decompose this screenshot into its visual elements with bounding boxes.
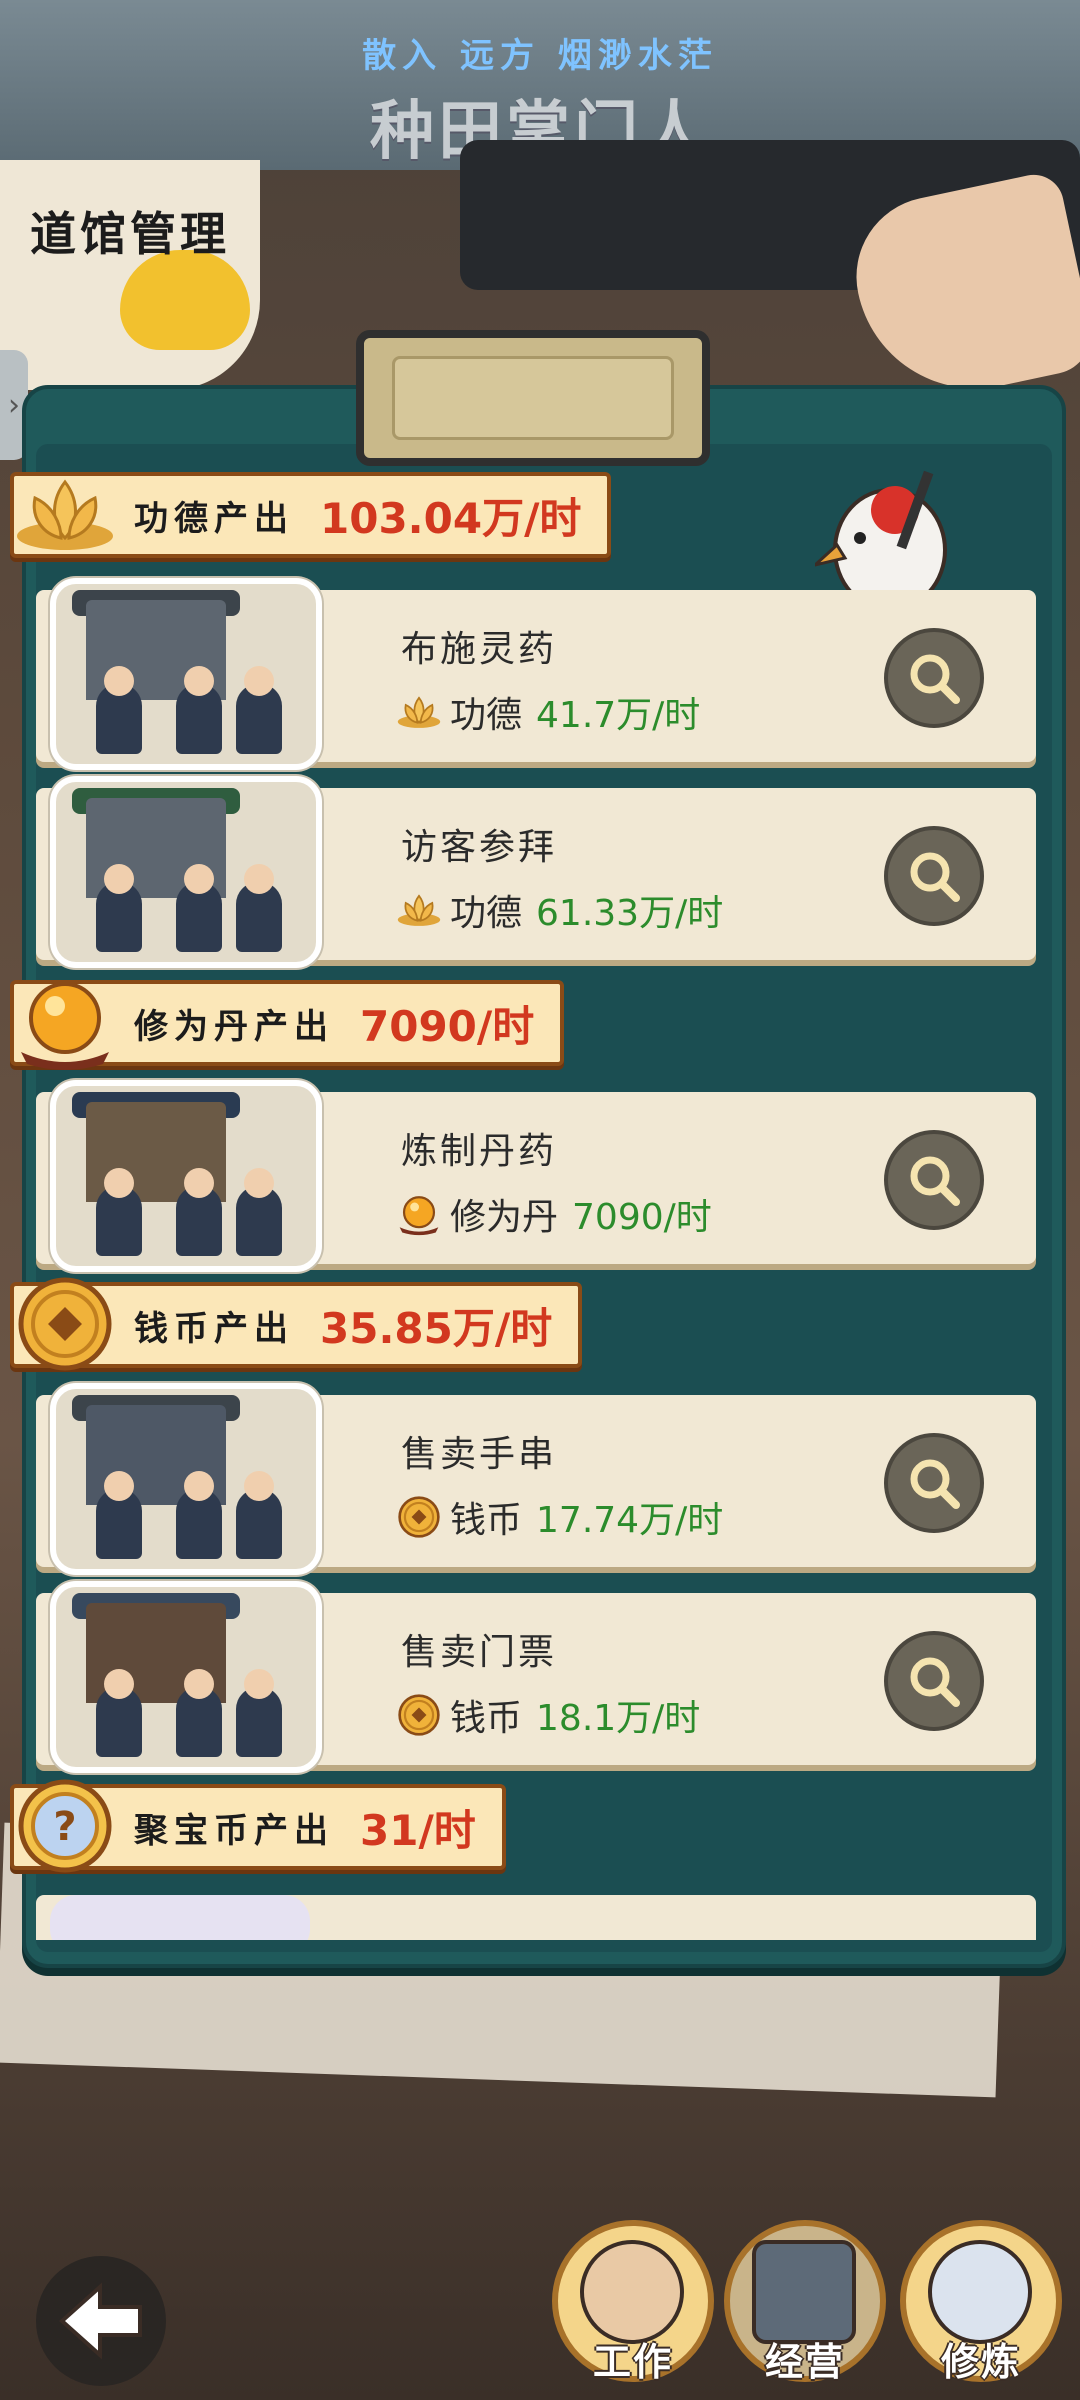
currency-name: 钱币 xyxy=(450,1698,523,1739)
currency-name: 功德 xyxy=(450,893,523,934)
nav-cultivate-button[interactable]: 修炼 xyxy=(900,2220,1062,2384)
search-icon xyxy=(910,1657,960,1707)
section-label: 功德产出 xyxy=(134,498,294,539)
section-label: 钱币产出 xyxy=(134,1308,294,1349)
list-item[interactable]: 售卖手串 钱币 17.74万/时 xyxy=(36,1383,1036,1575)
lotus-icon xyxy=(396,890,442,930)
item-rate: 修为丹 7090/时 xyxy=(396,1188,712,1240)
elixir-pill-icon xyxy=(396,1194,442,1236)
section-total-rate: 103.04万/时 xyxy=(320,493,582,543)
item-title: 访客参拜 xyxy=(401,827,558,868)
back-button[interactable] xyxy=(36,2256,166,2386)
coin-icon xyxy=(396,1496,442,1538)
building-thumbnail xyxy=(50,1080,322,1272)
item-title: 布施灵药 xyxy=(401,629,558,670)
svg-text:?: ? xyxy=(53,1804,76,1850)
item-rate: 功德 61.33万/时 xyxy=(396,884,723,936)
back-arrow-icon xyxy=(59,2282,142,2360)
list-item-partial[interactable] xyxy=(36,1895,1036,1940)
item-title: 炼制丹药 xyxy=(401,1131,558,1172)
rate-value: 18.1万/时 xyxy=(536,1698,701,1739)
list-item[interactable]: 售卖门票 钱币 18.1万/时 xyxy=(36,1581,1036,1773)
item-title: 售卖门票 xyxy=(401,1632,558,1673)
section-total-rate: 7090/时 xyxy=(360,1001,535,1051)
clipboard-clip xyxy=(356,330,710,466)
currency-name: 修为丹 xyxy=(450,1197,559,1238)
currency-name: 钱币 xyxy=(450,1500,523,1541)
section-total-rate: 31/时 xyxy=(360,1805,476,1855)
section-total-rate: 35.85万/时 xyxy=(320,1303,553,1353)
lotus-icon xyxy=(396,692,442,732)
magnify-button[interactable] xyxy=(884,628,984,728)
treasure-coin-icon: ? xyxy=(18,1779,112,1873)
nav-business-button[interactable]: 经营 xyxy=(724,2220,886,2384)
rate-value: 41.7万/时 xyxy=(536,695,701,736)
temple-building-icon xyxy=(752,2240,856,2344)
disciple-avatar-icon xyxy=(580,2240,684,2344)
nav-label: 工作 xyxy=(592,2340,673,2384)
nav-label: 经营 xyxy=(764,2340,845,2384)
item-rate: 钱币 18.1万/时 xyxy=(396,1689,700,1741)
search-icon xyxy=(910,654,960,704)
building-thumbnail xyxy=(50,776,322,968)
page-title: 道馆管理 xyxy=(30,207,230,261)
section-treasure-coins: ? 聚宝币产出 31/时 xyxy=(10,1779,506,1873)
currency-name: 功德 xyxy=(450,695,523,736)
building-thumbnail xyxy=(50,1383,322,1575)
magnify-button[interactable] xyxy=(884,1631,984,1731)
lotus-icon xyxy=(17,479,113,550)
item-title: 售卖手串 xyxy=(401,1434,558,1475)
nav-work-button[interactable]: 工作 xyxy=(552,2220,714,2384)
list-item[interactable]: 炼制丹药 修为丹 7090/时 xyxy=(36,1080,1036,1272)
building-thumbnail xyxy=(50,578,322,770)
section-merit: 功德产出 103.04万/时 xyxy=(10,472,612,558)
magnify-button[interactable] xyxy=(884,1433,984,1533)
section-label: 聚宝币产出 xyxy=(134,1810,334,1851)
building-thumbnail xyxy=(50,1581,322,1773)
item-rate: 钱币 17.74万/时 xyxy=(396,1491,723,1543)
cultivator-avatar-icon xyxy=(928,2240,1032,2344)
scrolling-poem: 散入 远方 烟渺水茫 xyxy=(362,36,718,76)
section-elixir: 修为丹产出 7090/时 xyxy=(10,980,565,1070)
section-label: 修为丹产出 xyxy=(134,1006,334,1047)
magnify-button[interactable] xyxy=(884,826,984,926)
magnify-button[interactable] xyxy=(884,1130,984,1230)
coin-icon xyxy=(18,1277,112,1371)
rate-value: 7090/时 xyxy=(572,1197,712,1238)
rate-value: 61.33万/时 xyxy=(536,893,724,934)
rate-value: 17.74万/时 xyxy=(536,1500,724,1541)
coin-icon xyxy=(396,1694,442,1736)
item-rate: 功德 41.7万/时 xyxy=(396,686,700,738)
search-icon xyxy=(910,1459,960,1509)
elixir-pill-icon xyxy=(21,982,109,1070)
search-icon xyxy=(910,852,960,902)
nav-label: 修炼 xyxy=(940,2340,1021,2384)
list-item[interactable]: 布施灵药 功德 41.7万/时 xyxy=(36,578,1036,770)
list-item[interactable]: 访客参拜 功德 61.33万/时 xyxy=(36,776,1036,968)
rubber-duck-decoration xyxy=(120,250,250,350)
section-coins: 钱币产出 35.85万/时 xyxy=(10,1277,583,1371)
search-icon xyxy=(910,1156,960,1206)
